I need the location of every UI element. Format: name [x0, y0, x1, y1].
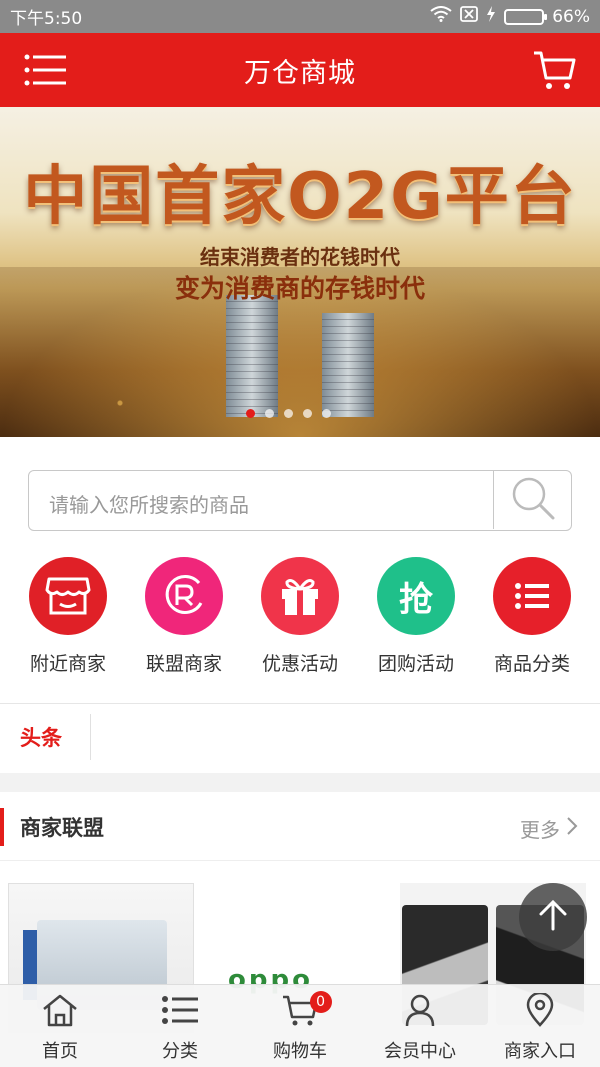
banner-subline-2: 变为消费商的存钱时代: [174, 274, 425, 303]
hamburger-menu-icon[interactable]: [24, 53, 68, 87]
list-icon: [493, 557, 571, 635]
banner-pagination: [246, 409, 331, 418]
tab-cart[interactable]: 0 购物车: [240, 985, 360, 1067]
tab-label: 商家入口: [504, 1041, 576, 1062]
category-list-icon: [161, 993, 199, 1031]
tab-label: 分类: [162, 1041, 198, 1062]
section-title: 商家联盟: [20, 816, 104, 840]
quick-link-label: 优惠活动: [261, 653, 338, 675]
charging-icon: [486, 6, 496, 27]
search-input[interactable]: 请输入您所搜索的商品: [49, 489, 249, 518]
more-label: 更多: [520, 818, 560, 842]
tab-label: 会员中心: [384, 1041, 456, 1062]
divider: [0, 703, 600, 704]
skyscraper-image: [226, 295, 278, 417]
pagination-dot[interactable]: [265, 409, 274, 418]
tab-label: 首页: [42, 1041, 78, 1062]
section-accent-bar: [0, 808, 4, 846]
gift-icon: [261, 557, 339, 635]
tab-category[interactable]: 分类: [120, 985, 240, 1067]
grab-icon: 抢: [377, 557, 455, 635]
quick-link-promotions[interactable]: 优惠活动: [250, 557, 350, 676]
status-bar: 下午5:50 66%: [0, 0, 600, 33]
quick-link-label: 商品分类: [493, 653, 570, 675]
bottom-tab-bar: 首页 分类 0 购物车 会员中心 商家入口: [0, 984, 600, 1067]
skyscraper-image: [322, 313, 374, 417]
quick-link-group-buy[interactable]: 抢 团购活动: [366, 557, 466, 676]
home-icon: [41, 993, 79, 1031]
battery-percent: 66%: [552, 6, 590, 27]
promo-banner[interactable]: 中国首家O2G平台 结束消费者的花钱时代 变为消费商的存钱时代: [0, 107, 600, 437]
banner-subline-1: 结束消费者的花钱时代: [200, 245, 400, 269]
grab-icon-text: 抢: [399, 579, 433, 620]
store-icon: [29, 557, 107, 635]
divider: [0, 860, 600, 861]
app-header: 万仓商城: [0, 33, 600, 107]
search-icon: [510, 475, 556, 525]
tab-merchant-entry[interactable]: 商家入口: [480, 985, 600, 1067]
quick-links: 附近商家 联盟商家 优惠活动 抢 团购活动 商品分类: [0, 557, 600, 676]
status-icons: 66%: [430, 6, 590, 27]
chevron-right-icon: [566, 816, 578, 841]
quick-link-label: 团购活动: [377, 653, 454, 675]
quick-link-label: 附近商家: [29, 653, 106, 675]
back-to-top-button[interactable]: [519, 883, 587, 951]
pagination-dot[interactable]: [322, 409, 331, 418]
quick-link-nearby[interactable]: 附近商家: [18, 557, 118, 676]
no-sim-icon: [460, 6, 479, 27]
tab-member-center[interactable]: 会员中心: [360, 985, 480, 1067]
search-bar: 请输入您所搜索的商品: [28, 470, 572, 531]
status-time: 下午5:50: [10, 9, 83, 29]
wifi-icon: [430, 6, 452, 27]
tab-home[interactable]: 首页: [0, 985, 120, 1067]
search-button[interactable]: [493, 471, 571, 529]
pagination-dot[interactable]: [303, 409, 312, 418]
quick-link-categories[interactable]: 商品分类: [482, 557, 582, 676]
user-icon: [401, 993, 439, 1031]
pagination-dot[interactable]: [284, 409, 293, 418]
more-link[interactable]: 更多: [520, 814, 578, 843]
headline-news-label[interactable]: 头条: [20, 722, 62, 752]
arrow-up-icon: [538, 899, 568, 935]
tab-label: 购物车: [273, 1041, 327, 1062]
cart-count-badge: 0: [309, 991, 332, 1013]
divider: [90, 714, 91, 760]
registered-icon: [145, 557, 223, 635]
shopping-cart-icon[interactable]: [532, 48, 576, 92]
location-pin-icon: [521, 991, 559, 1031]
page-title: 万仓商城: [244, 57, 356, 89]
pagination-dot[interactable]: [246, 409, 255, 418]
banner-headline: 中国首家O2G平台: [23, 160, 577, 234]
quick-link-alliance[interactable]: 联盟商家: [134, 557, 234, 676]
quick-link-label: 联盟商家: [145, 653, 222, 675]
battery-icon: [504, 8, 548, 25]
